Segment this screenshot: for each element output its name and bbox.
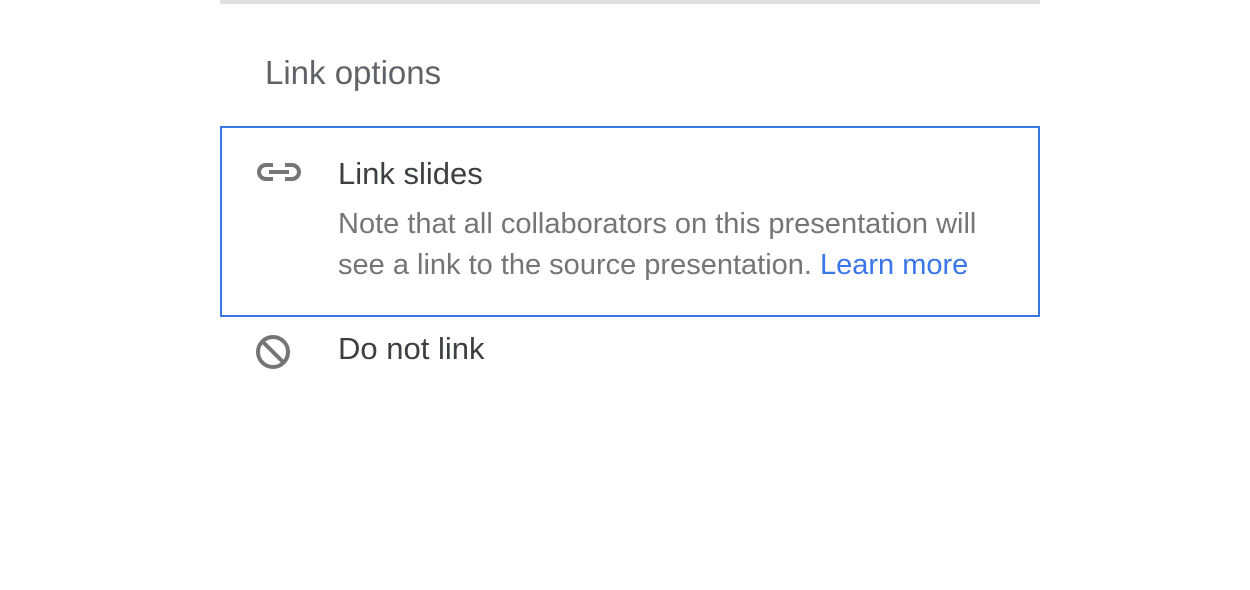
do-not-link-title: Do not link [338,329,1006,369]
do-not-link-option[interactable]: Do not link [220,317,1040,411]
section-title: Link options [220,54,1040,92]
link-icon [254,154,310,186]
learn-more-link[interactable]: Learn more [820,249,968,281]
link-slides-description: Note that all collaborators on this pres… [338,204,1006,285]
link-slides-option[interactable]: Link slides Note that all collaborators … [220,126,1040,317]
prohibit-icon [254,329,310,371]
link-slides-title: Link slides [338,154,1006,194]
section-divider [220,0,1040,4]
